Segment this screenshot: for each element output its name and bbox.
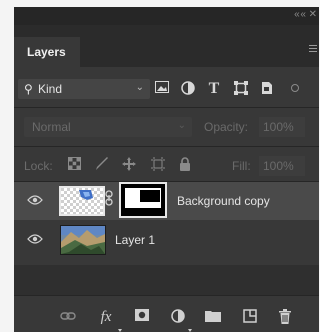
shape-filter-icon[interactable] — [233, 81, 249, 97]
add-mask-icon[interactable] — [134, 309, 150, 325]
tab-layers[interactable]: Layers — [14, 37, 80, 67]
opacity-input[interactable]: 100% — [259, 117, 305, 137]
image-filter-icon[interactable] — [154, 81, 170, 97]
chevron-down-icon: ⌄ — [177, 120, 186, 131]
layer-row-background-copy[interactable]: Background copy — [14, 182, 319, 220]
new-layer-icon[interactable] — [242, 309, 258, 325]
fill-label: Fill: — [232, 159, 251, 173]
separator — [14, 107, 319, 108]
lock-transparent-pixels-icon[interactable] — [66, 157, 82, 173]
lock-artboard-icon[interactable] — [150, 157, 166, 173]
link-layers-icon[interactable] — [60, 309, 76, 325]
lock-position-icon[interactable] — [121, 157, 137, 173]
panel-top-strip: « « ✕ — [14, 7, 319, 25]
tab-bar: Layers — [14, 25, 319, 67]
type-filter-icon[interactable]: T — [206, 81, 222, 97]
layer-thumbnail[interactable] — [59, 186, 105, 216]
hamburger-icon[interactable] — [309, 45, 317, 55]
chevron-down-icon: ⌄ — [135, 82, 144, 93]
tab-layers-label: Layers — [27, 45, 66, 59]
layers-empty-area — [14, 265, 319, 295]
separator — [14, 146, 319, 147]
fx-icon[interactable]: fx — [98, 309, 114, 325]
blend-mode-value: Normal — [32, 120, 71, 134]
layer-row-layer-1[interactable]: Layer 1 — [14, 221, 319, 259]
opacity-label: Opacity: — [204, 120, 249, 134]
new-group-icon[interactable] — [205, 309, 221, 325]
layers-footer-toolbar: fx — [14, 295, 319, 332]
filter-toggle-icon[interactable] — [290, 81, 300, 97]
lock-image-pixels-icon[interactable] — [94, 157, 110, 173]
layers-panel: « « ✕ Layers ⚲ Kind ⌄ T Normal ⌄ Opacity… — [14, 7, 319, 332]
layer-name[interactable]: Layer 1 — [115, 233, 155, 247]
smart-object-filter-icon[interactable] — [259, 81, 275, 97]
double-chevron-right-icon[interactable]: « « — [294, 9, 306, 20]
adjustment-layer-icon[interactable] — [170, 309, 186, 325]
layer-mask-thumbnail[interactable] — [119, 182, 167, 218]
blend-mode-select[interactable]: Normal ⌄ — [24, 117, 192, 137]
kind-filter-label: Kind — [38, 82, 63, 96]
search-icon: ⚲ — [24, 82, 33, 96]
layer-thumbnail[interactable] — [60, 225, 106, 255]
kind-filter-select[interactable]: ⚲ Kind ⌄ — [18, 79, 150, 99]
adjustment-filter-icon[interactable] — [180, 81, 196, 97]
eye-icon[interactable] — [27, 233, 43, 247]
eye-icon[interactable] — [27, 194, 43, 208]
lock-label: Lock: — [24, 159, 53, 173]
fill-input[interactable]: 100% — [259, 156, 305, 176]
layer-name[interactable]: Background copy — [177, 194, 270, 208]
mask-black-area — [140, 190, 160, 202]
delete-layer-icon[interactable] — [277, 309, 293, 325]
close-panel-icon[interactable]: ✕ — [309, 9, 317, 20]
lock-all-icon[interactable] — [177, 157, 193, 173]
mask-link-icon[interactable] — [105, 190, 113, 209]
